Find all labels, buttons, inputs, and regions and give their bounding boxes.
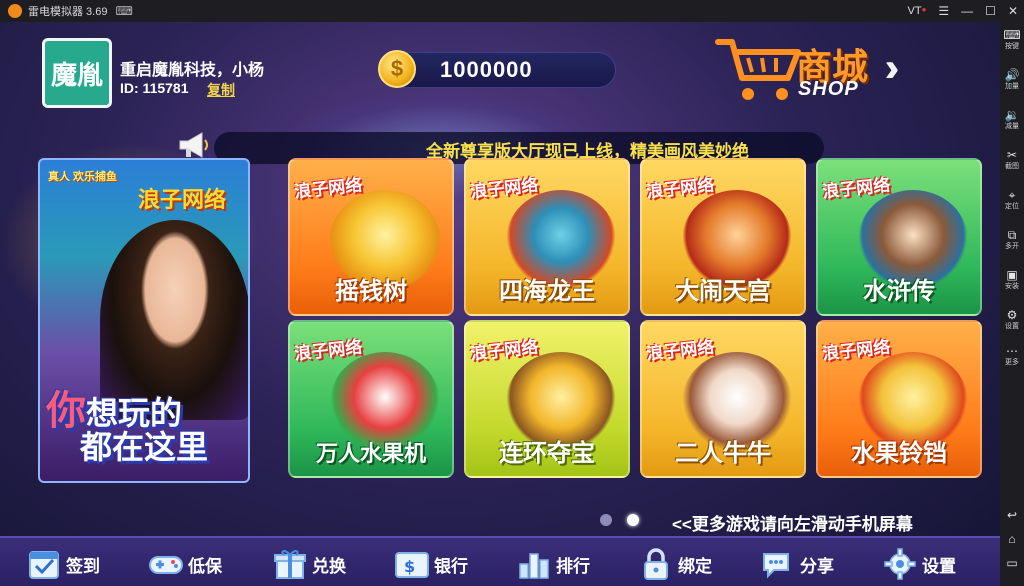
sidebar-item-settings[interactable]: ⚙ 设置: [1000, 308, 1024, 331]
promo-banner[interactable]: 真人 欢乐捕鱼 浪子网络 你想玩的 都在这里: [38, 158, 250, 483]
game-name: 万人水果机: [315, 441, 426, 466]
nav-recents-button[interactable]: ▭: [1000, 556, 1024, 570]
banner-brand-logo: 浪子网络: [138, 187, 227, 212]
nav-bank-button[interactable]: $ 银行: [394, 544, 468, 584]
game-tile-money-tree[interactable]: 浪子网络 摇钱树: [288, 158, 454, 316]
bank-card-icon: $: [395, 552, 429, 578]
game-name: 水果铃铛: [851, 440, 947, 467]
copy-id-button[interactable]: 复制: [207, 80, 235, 100]
tile-brand-logo: 浪子网络: [469, 175, 540, 202]
sidebar-item-multi-instance[interactable]: ⧉ 多开: [1000, 228, 1024, 251]
megaphone-icon: [179, 132, 208, 158]
game-name: 大闹天宫: [675, 278, 771, 305]
gamepad-icon[interactable]: ⌨: [115, 4, 132, 18]
banner-subheadline: 都在这里: [80, 429, 209, 465]
coin-icon: $: [378, 50, 416, 88]
emulator-title-bar: 雷电模拟器 3.69 ⌨ VT● ☰ — ☐ ✕: [0, 0, 1024, 22]
swipe-hint: <<更多游戏请向左滑动手机屏幕: [672, 515, 913, 534]
gift-icon: [274, 550, 306, 579]
page-dot-2-active[interactable]: [627, 514, 639, 526]
nav-home-button[interactable]: ⌂: [1000, 532, 1024, 546]
app-logo-icon: [8, 4, 22, 18]
volume-down-icon: 🔉: [1004, 108, 1020, 122]
nav-bind-button[interactable]: 绑定: [638, 544, 712, 584]
window-title: 雷电模拟器 3.69: [28, 6, 108, 18]
gear-icon: ⚙: [1006, 308, 1018, 322]
nav-back-button[interactable]: ↩: [1000, 508, 1024, 522]
gamepad-icon: [149, 556, 183, 574]
tile-brand-logo: 浪子网络: [821, 337, 892, 364]
nav-settings-button[interactable]: 设置: [882, 544, 956, 584]
svg-text:$: $: [404, 557, 415, 576]
menu-icon[interactable]: ☰: [938, 4, 949, 18]
volume-up-icon: 🔊: [1004, 68, 1020, 82]
nav-checkin-button[interactable]: 签到: [26, 544, 100, 584]
nav-share-button[interactable]: 分享: [760, 544, 834, 584]
apk-install-icon: ▣: [1006, 268, 1018, 282]
game-tile-treasure-chain[interactable]: 浪子网络 连环夺宝: [464, 320, 630, 478]
tile-brand-logo: 浪子网络: [293, 175, 364, 202]
chat-bubble-icon: [763, 553, 789, 579]
sidebar-item-volume-up[interactable]: 🔊 加量: [1000, 68, 1024, 91]
game-tile-water-margin[interactable]: 浪子网络 水浒传: [816, 158, 982, 316]
keyboard-icon: ⌨: [1003, 28, 1021, 42]
tile-brand-logo: 浪子网络: [645, 337, 716, 364]
player-id: ID: 115781: [120, 80, 189, 96]
tile-brand-logo: 浪子网络: [821, 175, 892, 202]
game-lobby: 魔胤 重启魔胤科技，小杨 ID: 115781 复制 $ 1000000 商城 …: [0, 22, 1000, 586]
sidebar-item-screenshot[interactable]: ✂ 截图: [1000, 148, 1024, 171]
shop-title-en: SHOP: [798, 78, 859, 100]
player-name: 重启魔胤科技，小杨: [120, 62, 265, 79]
sidebar-item-more[interactable]: ⋯ 更多: [1000, 344, 1024, 367]
back-arrow-icon: ↩: [1006, 508, 1018, 522]
coin-balance: 1000000: [440, 57, 533, 82]
close-icon[interactable]: ✕: [1008, 4, 1018, 18]
tile-brand-logo: 浪子网络: [469, 337, 540, 364]
minimize-icon[interactable]: —: [961, 4, 973, 18]
avatar[interactable]: 魔胤: [42, 38, 112, 108]
calendar-check-icon: [29, 551, 59, 579]
emulator-screen: 雷电模拟器 3.69 ⌨ VT● ☰ — ☐ ✕ ⌨ 按键 🔊 加量 🔉 减量 …: [0, 0, 1024, 586]
nav-ranking-button[interactable]: 排行: [516, 544, 590, 584]
tile-brand-logo: 浪子网络: [293, 337, 364, 364]
vt-indicator[interactable]: VT●: [908, 5, 927, 17]
scissors-icon: ✂: [1006, 148, 1018, 162]
window-controls: VT● ☰ — ☐ ✕: [908, 0, 1019, 22]
game-tile-niuniu[interactable]: 浪子网络 二人牛牛: [640, 320, 806, 478]
tile-brand-logo: 浪子网络: [645, 175, 716, 202]
game-tile-fruit-bells[interactable]: 浪子网络 水果铃铛: [816, 320, 982, 478]
recents-icon: ▭: [1006, 556, 1018, 570]
shopping-cart-icon: [715, 39, 801, 100]
game-name: 摇钱树: [335, 278, 407, 305]
multi-window-icon: ⧉: [1007, 228, 1017, 242]
page-dot-1[interactable]: [600, 514, 612, 526]
shop-button[interactable]: 商城 SHOP ›››: [714, 32, 964, 112]
game-tile-dragon-king[interactable]: 浪子网络 四海龙王: [464, 158, 630, 316]
banner-fishing-label: 真人 欢乐捕鱼: [48, 171, 118, 183]
more-icon: ⋯: [1006, 344, 1018, 358]
location-pin-icon: ⌖: [1008, 188, 1016, 202]
maximize-icon[interactable]: ☐: [985, 4, 996, 18]
sidebar-item-volume-down[interactable]: 🔉 减量: [1000, 108, 1024, 131]
nav-exchange-button[interactable]: 兑换: [272, 544, 346, 584]
sidebar-item-install[interactable]: ▣ 安装: [1000, 268, 1024, 291]
gear-icon: [884, 548, 916, 580]
lock-icon: [644, 548, 668, 580]
game-name: 水浒传: [863, 278, 935, 305]
sidebar-item-location[interactable]: ⌖ 定位: [1000, 188, 1024, 211]
ranking-bars-icon: [519, 553, 549, 579]
home-icon: ⌂: [1008, 532, 1016, 546]
nav-subsidy-button[interactable]: 低保: [148, 544, 222, 584]
game-tile-fruit-machine[interactable]: 浪子网络 万人水果机: [288, 320, 454, 478]
game-name: 连环夺宝: [499, 440, 595, 467]
game-name: 四海龙王: [499, 278, 595, 305]
bottom-nav-bar: 签到 低保 兑换 $ 银行 排行 绑定 分享 设置: [0, 536, 1000, 586]
game-tile-havoc-heaven[interactable]: 浪子网络 大闹天宫: [640, 158, 806, 316]
sidebar-item-keymap[interactable]: ⌨ 按键: [1000, 28, 1024, 51]
emulator-sidebar: ⌨ 按键 🔊 加量 🔉 减量 ✂ 截图 ⌖ 定位 ⧉ 多开 ▣ 安装 ⚙ 设置 …: [1000, 22, 1024, 586]
game-name: 二人牛牛: [675, 440, 771, 467]
